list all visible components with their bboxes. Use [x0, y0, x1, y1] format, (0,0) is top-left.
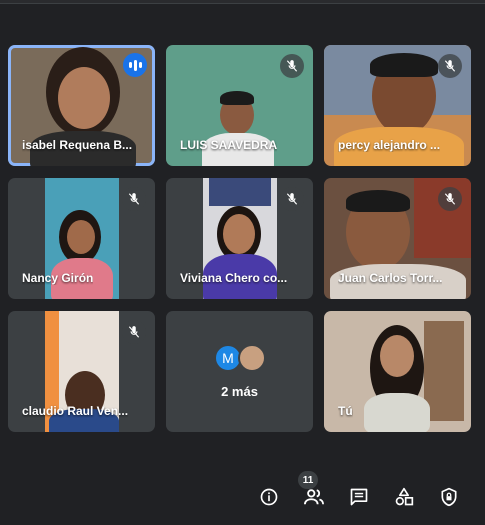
people-button[interactable]: 11: [291, 471, 336, 510]
self-tile[interactable]: Tú: [324, 311, 471, 432]
mic-off-icon: [438, 187, 462, 211]
participant-tile[interactable]: percy alejandro ...: [324, 45, 471, 166]
participant-name: LUIS SAAVEDRA: [180, 138, 278, 152]
participant-name: claudio Raul Ven...: [22, 404, 129, 418]
mic-off-icon: [122, 320, 146, 344]
mic-off-icon: [280, 187, 304, 211]
participant-count-badge: 11: [298, 471, 318, 489]
participant-grid: isabel Requena B... LUIS SAAVEDRA percy …: [8, 45, 471, 435]
activities-button[interactable]: [381, 484, 426, 510]
top-bar: [0, 0, 485, 4]
people-icon: [303, 489, 324, 505]
meeting-details-button[interactable]: [246, 484, 291, 510]
participant-tile[interactable]: claudio Raul Ven...: [8, 311, 155, 432]
mic-off-icon: [438, 54, 462, 78]
participant-tile[interactable]: Nancy Girón: [8, 178, 155, 299]
participant-name: Nancy Girón: [22, 271, 94, 285]
mic-off-icon: [280, 54, 304, 78]
participant-tile[interactable]: Viviana Chero co...: [166, 178, 313, 299]
participant-name: percy alejandro ...: [338, 138, 441, 152]
participant-name: isabel Requena B...: [22, 138, 133, 152]
participant-name: Tú: [338, 404, 353, 418]
chat-button[interactable]: [336, 484, 381, 510]
participant-tile[interactable]: Juan Carlos Torr...: [324, 178, 471, 299]
participant-name: Juan Carlos Torr...: [338, 271, 443, 285]
shield-lock-icon: [441, 487, 456, 507]
more-participants-label: 2 más: [221, 384, 258, 399]
participant-tile[interactable]: isabel Requena B...: [8, 45, 155, 166]
avatar-group: M: [214, 344, 266, 372]
participant-tile[interactable]: LUIS SAAVEDRA: [166, 45, 313, 166]
more-participants-tile[interactable]: M 2 más: [166, 311, 313, 432]
avatar: [238, 344, 266, 372]
info-icon: [260, 488, 277, 506]
chat-icon: [350, 488, 367, 506]
shapes-icon: [395, 487, 413, 506]
meeting-toolbar: 11: [246, 471, 471, 510]
mic-off-icon: [122, 187, 146, 211]
speaking-indicator-icon: [123, 53, 147, 77]
participant-name: Viviana Chero co...: [180, 271, 288, 285]
host-controls-button[interactable]: [426, 484, 471, 510]
